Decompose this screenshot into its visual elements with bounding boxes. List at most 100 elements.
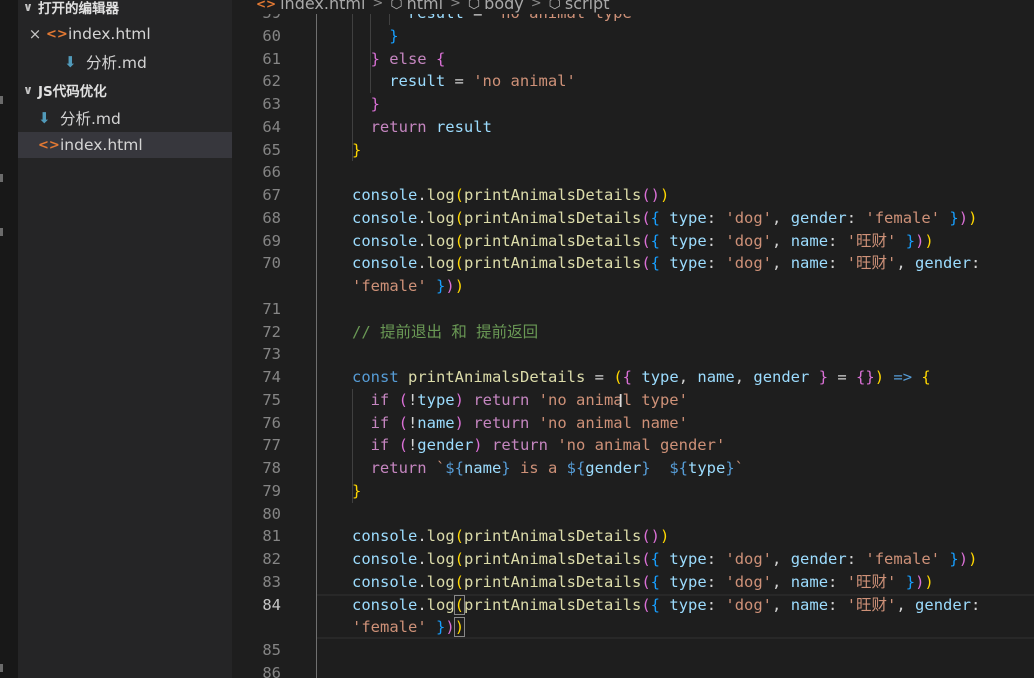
breadcrumb-script[interactable]: script	[565, 0, 610, 13]
code-token: name	[463, 459, 502, 477]
open-editor-item-analysis-md[interactable]: ⬇ 分析.md	[18, 49, 232, 75]
line-number: 67	[262, 186, 281, 204]
line-number: 81	[262, 527, 281, 546]
code-token: )	[454, 413, 464, 432]
code-token: {}	[856, 368, 875, 386]
code-token: printAnimalsDetails	[464, 186, 642, 204]
code-token: '旺财'	[846, 231, 897, 250]
code-line[interactable]: 86	[232, 662, 1034, 678]
code-token: )	[473, 436, 483, 455]
code-token: (	[454, 527, 465, 546]
code-token: 'female'	[352, 618, 427, 637]
explorer-item-index-html[interactable]: <> index.html	[18, 132, 232, 158]
code-token: )	[958, 550, 969, 568]
breadcrumb-file[interactable]: index.html	[280, 0, 365, 13]
code-token: }	[352, 481, 362, 500]
code-text: }	[371, 93, 380, 116]
code-token: :	[971, 595, 981, 614]
line-number: 65	[262, 140, 281, 159]
code-token: (	[398, 436, 408, 455]
indent-guide	[352, 388, 353, 503]
code-token: 'dog'	[725, 572, 773, 591]
code-token: gender	[753, 368, 810, 386]
code-token: console	[352, 572, 418, 591]
code-line[interactable]: 'female' }))	[232, 275, 1034, 298]
code-line[interactable]: 71	[232, 298, 1034, 321]
code-line[interactable]: 81 console.log(printAnimalsDetails())	[232, 525, 1034, 548]
open-editors-title: 打开的编辑器	[38, 1, 119, 17]
code-token: ${	[445, 459, 464, 477]
explorer-item-analysis-md[interactable]: ⬇ 分析.md	[18, 105, 232, 131]
code-token: .	[417, 595, 427, 614]
code-line[interactable]: 67 console.log(printAnimalsDetails())	[232, 184, 1034, 207]
breadcrumb-body[interactable]: body	[484, 0, 524, 13]
chevron-right-icon: >	[450, 0, 461, 11]
code-line[interactable]: 82 console.log(printAnimalsDetails({ type…	[232, 548, 1034, 571]
code-line[interactable]: 70 console.log(printAnimalsDetails({ type…	[232, 252, 1034, 275]
code-token: 'dog'	[725, 208, 773, 227]
breadcrumb-html[interactable]: html	[407, 0, 443, 13]
code-token: :	[828, 254, 847, 273]
breadcrumb: <> index.html > ⬡ html > ⬡ body > ⬡ scri…	[232, 0, 1034, 14]
code-token: `	[734, 459, 744, 477]
code-token: }	[389, 26, 399, 45]
code-token: ,	[734, 368, 754, 386]
code-token: console	[352, 527, 418, 546]
cube-icon: ⬡	[467, 0, 481, 12]
code-token: :	[828, 231, 847, 250]
code-text: }	[352, 139, 361, 162]
code-text: console.log(printAnimalsDetails({ type: …	[352, 207, 977, 230]
code-token: name	[790, 572, 829, 591]
code-line[interactable]: 83 console.log(printAnimalsDetails({ type…	[232, 571, 1034, 594]
code-editor[interactable]: 59result = 'no animal type'60}61} else {…	[232, 14, 1034, 678]
code-line[interactable]: 73	[232, 343, 1034, 366]
code-token: (	[398, 413, 408, 432]
code-line[interactable]: 84 console.log(printAnimalsDetails({ type…	[232, 594, 1034, 617]
text-cursor-icon: I	[618, 390, 624, 412]
code-line[interactable]: 'female' }))	[232, 616, 1034, 639]
open-editor-item-index-html[interactable]: × <> index.html	[18, 21, 232, 47]
close-icon[interactable]: ×	[24, 25, 46, 43]
code-token: return	[370, 117, 427, 136]
line-number: 85	[262, 641, 281, 659]
code-token: )	[660, 186, 670, 204]
code-token: type	[417, 390, 455, 409]
project-folder-title: JS代码优化	[38, 84, 107, 100]
code-line[interactable]: 80	[232, 503, 1034, 526]
code-text: console.log(printAnimalsDetails())	[352, 184, 669, 207]
code-line[interactable]: 68 console.log(printAnimalsDetails({ type…	[232, 207, 1034, 230]
code-line[interactable]: 74 const printAnimalsDetails = ({ type, n…	[232, 366, 1034, 389]
chevron-down-icon: ∨	[23, 83, 33, 97]
code-line[interactable]: 66	[232, 161, 1034, 184]
line-number: 72	[262, 322, 281, 341]
open-editors-header[interactable]: ∨ 打开的编辑器	[18, 0, 232, 18]
code-token: (	[641, 231, 651, 250]
code-token: if	[370, 390, 390, 409]
code-token: type	[641, 368, 679, 386]
code-token: gender	[790, 208, 847, 227]
code-token: .	[417, 208, 427, 227]
code-token: }	[436, 618, 446, 637]
code-token: )	[874, 368, 885, 386]
markdown-file-icon: ⬇	[38, 109, 51, 127]
code-line[interactable]: 85	[232, 639, 1034, 662]
code-token: {	[650, 208, 661, 227]
code-line[interactable]: 72 // 提前退出 和 提前返回	[232, 321, 1034, 344]
code-token: :	[706, 254, 726, 273]
code-text: console.log(printAnimalsDetails({ type: …	[352, 548, 977, 571]
code-line[interactable]: 69 console.log(printAnimalsDetails({ type…	[232, 230, 1034, 253]
code-token: {	[435, 49, 446, 68]
code-token: )	[924, 572, 934, 591]
code-token: :	[706, 550, 726, 568]
code-token: ,	[772, 550, 791, 568]
project-folder-header[interactable]: ∨ JS代码优化	[18, 79, 232, 101]
code-token: )	[445, 618, 455, 637]
